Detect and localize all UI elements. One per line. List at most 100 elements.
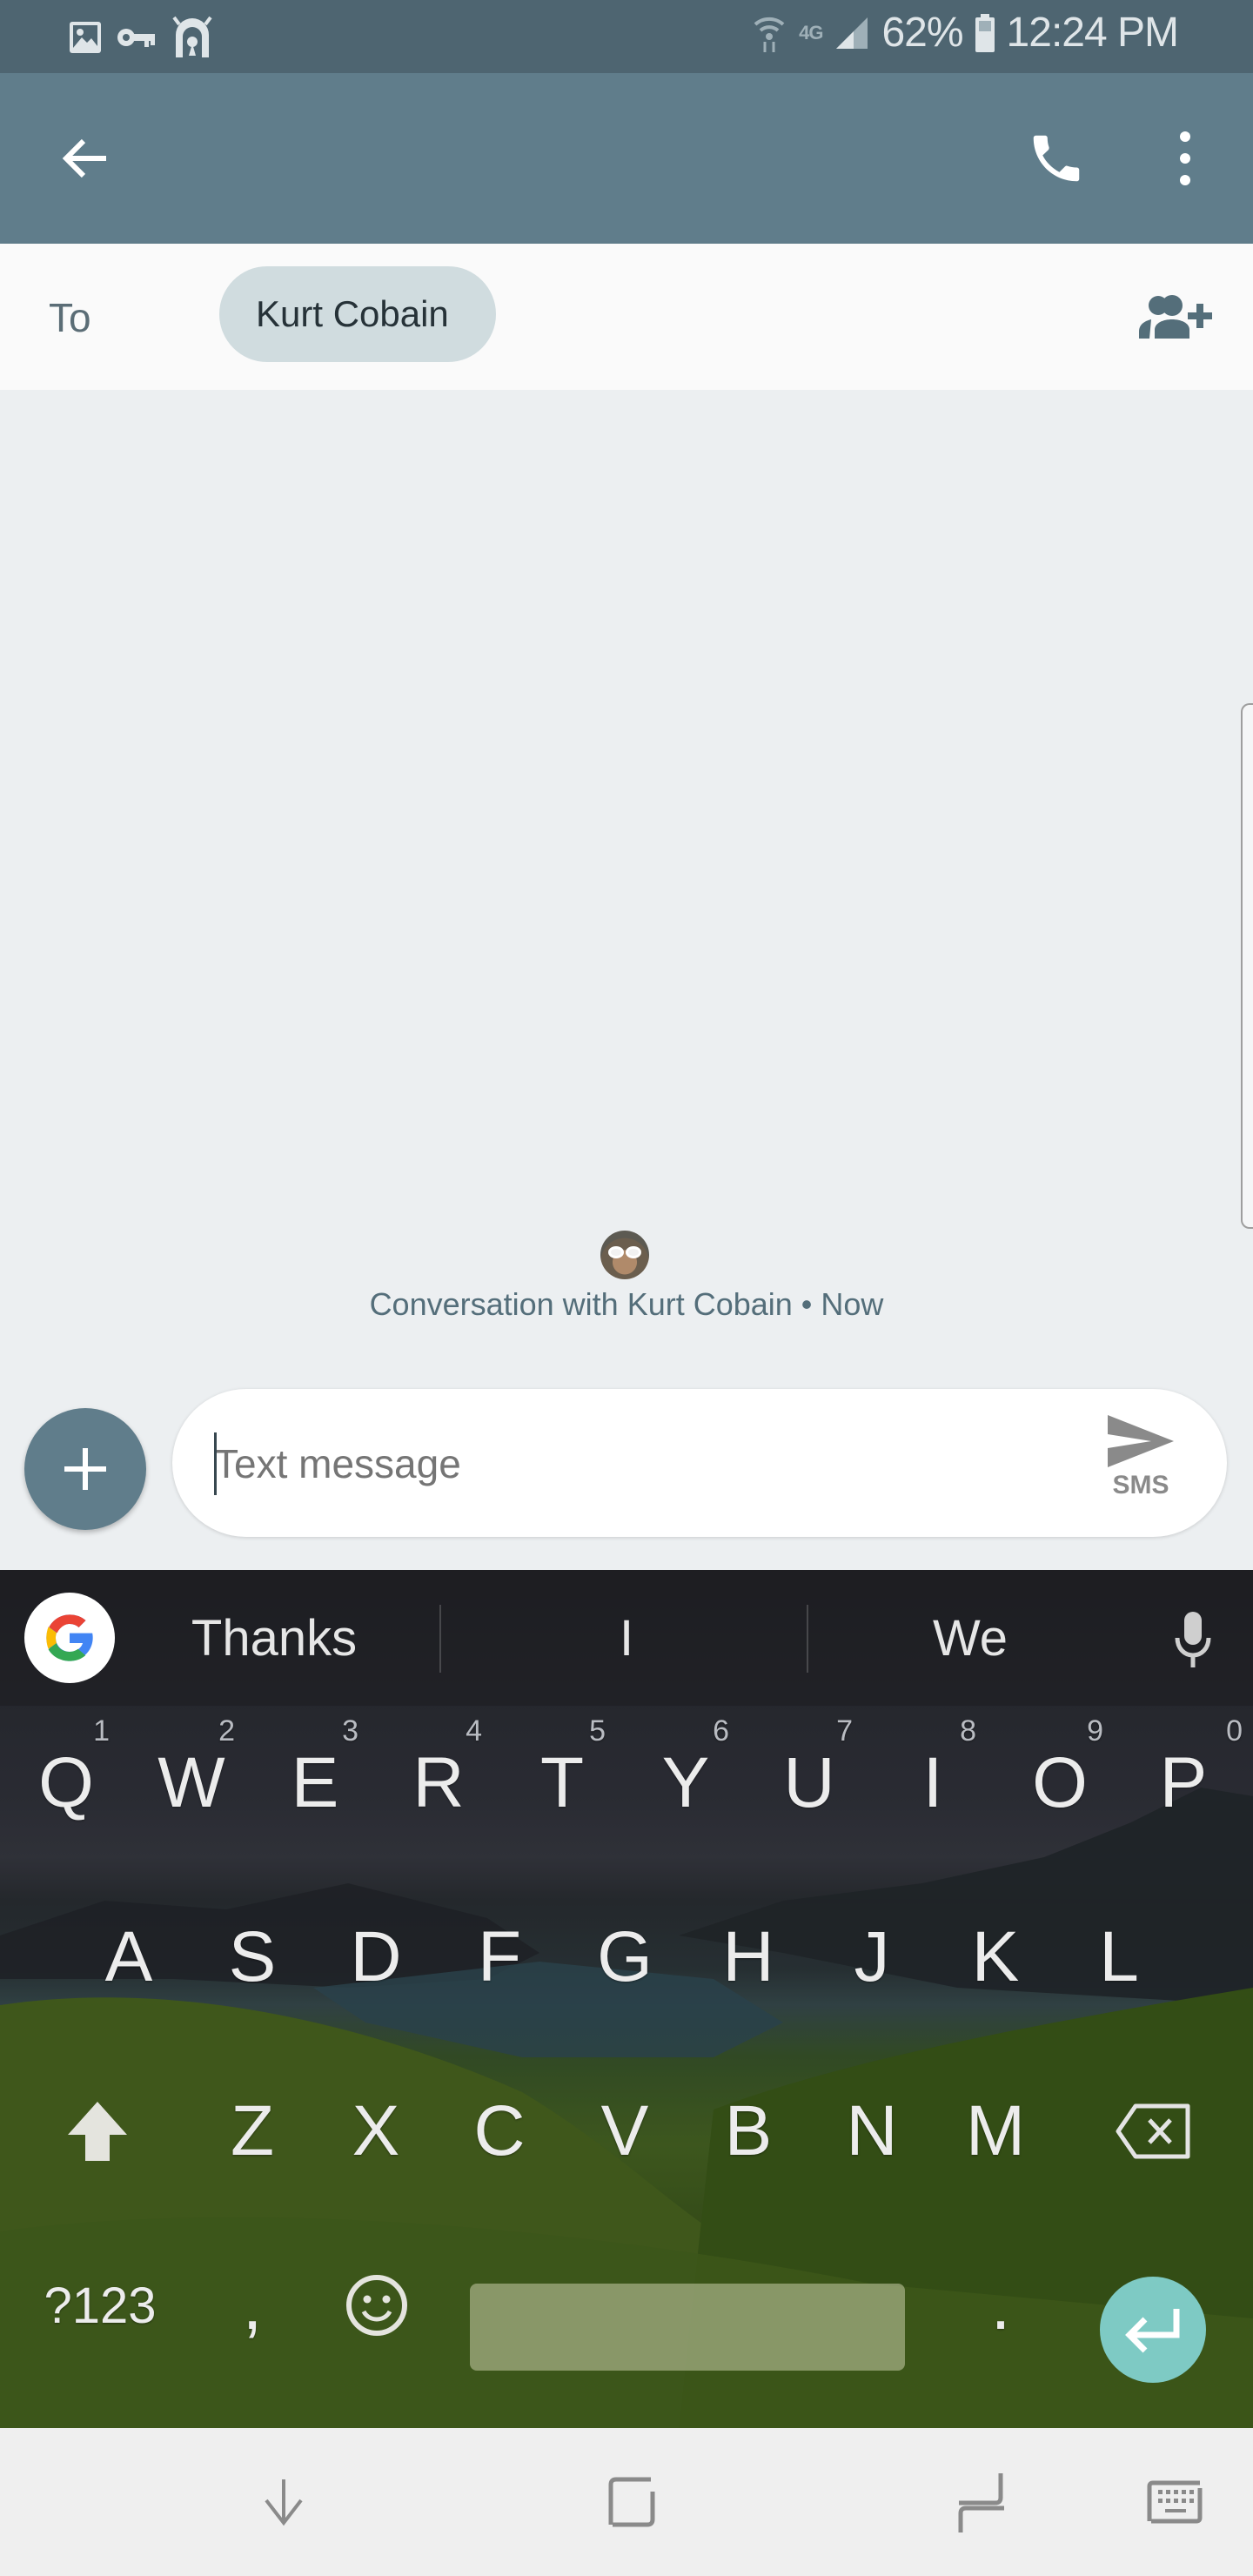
key-k[interactable]: K [933, 1892, 1058, 2023]
hide-keyboard-button[interactable] [240, 2463, 327, 2541]
key-s[interactable]: S [190, 1892, 315, 2023]
key-label: J [854, 1917, 890, 1996]
space-key[interactable] [470, 2284, 905, 2371]
key-d[interactable]: D [313, 1892, 439, 2023]
recents-button[interactable] [588, 2463, 675, 2541]
key-f[interactable]: F [437, 1892, 562, 2023]
key-hint: 3 [342, 1714, 358, 1748]
key-n[interactable]: N [809, 2066, 935, 2197]
suggestion-divider [439, 1605, 441, 1673]
key-e[interactable]: E3 [252, 1714, 378, 1848]
suggestion-2[interactable]: I [444, 1570, 809, 1706]
keyboard-switch-icon [1147, 2480, 1203, 2524]
group-add-icon [1139, 295, 1212, 339]
avatar-glasses-right [626, 1246, 641, 1258]
battery-icon [975, 13, 995, 52]
backspace-key[interactable] [1091, 2066, 1216, 2197]
key-hint: 2 [218, 1714, 235, 1748]
key-o[interactable]: O9 [997, 1714, 1122, 1848]
more-options-button[interactable] [1143, 117, 1227, 200]
key-hint: 4 [466, 1714, 482, 1748]
more-vertical-icon [1180, 131, 1190, 185]
key-z[interactable]: Z [190, 2066, 315, 2197]
key-m[interactable]: M [933, 2066, 1058, 2197]
keyboard: Thanks I We Q1 W2 E3 R4 T5 Y6 U7 I8 O9 P… [0, 1570, 1253, 2428]
add-recipient-button[interactable] [1131, 278, 1218, 357]
send-icon [1108, 1415, 1174, 1467]
suggestion-2-label: I [619, 1609, 634, 1667]
contact-avatar [600, 1231, 649, 1279]
key-h[interactable]: H [686, 1892, 811, 2023]
app-bar [0, 73, 1253, 244]
key-label: L [1099, 1917, 1139, 1996]
key-u[interactable]: U7 [747, 1714, 872, 1848]
key-label: H [722, 1917, 774, 1996]
voice-input-button[interactable] [1154, 1601, 1232, 1680]
compose-box: SMS [172, 1389, 1227, 1537]
key-label: Q [38, 1743, 94, 1822]
key-c[interactable]: C [437, 2066, 562, 2197]
key-y[interactable]: Y6 [623, 1714, 748, 1848]
call-button[interactable] [1015, 117, 1098, 200]
key-label: X [352, 2091, 400, 2170]
key-label: O [1032, 1743, 1088, 1822]
key-hint: 9 [1087, 1714, 1103, 1748]
send-sms-button[interactable]: SMS [1102, 1413, 1180, 1518]
signal-icon [836, 17, 868, 49]
avatar-glasses-left [608, 1246, 624, 1258]
shift-key[interactable] [35, 2066, 160, 2197]
key-hint: 6 [713, 1714, 729, 1748]
key-label: N [846, 2091, 898, 2170]
network-type: 4G [799, 21, 823, 44]
plus-icon [64, 1448, 106, 1490]
key-q[interactable]: Q1 [3, 1714, 129, 1848]
recipient-name: Kurt Cobain [256, 293, 449, 334]
back-nav-button[interactable] [938, 2463, 1025, 2541]
key-j[interactable]: J [809, 1892, 935, 2023]
recipient-chip[interactable]: Kurt Cobain [219, 266, 496, 362]
symbols-key[interactable]: ?123 [17, 2240, 183, 2371]
key-label: A [104, 1917, 153, 1996]
enter-key[interactable] [1100, 2277, 1206, 2383]
attach-button[interactable] [24, 1408, 146, 1530]
edge-panel-handle[interactable] [1241, 703, 1253, 1229]
status-right: 4G 62% 12:24 PM [752, 9, 1179, 57]
key-label: R [412, 1743, 465, 1822]
notification-icons [68, 16, 214, 59]
key-label: C [473, 2091, 526, 2170]
key-r[interactable]: R4 [376, 1714, 501, 1848]
key-a[interactable]: A [66, 1892, 191, 2023]
send-label: SMS [1112, 1471, 1169, 1499]
key-v[interactable]: V [562, 2066, 687, 2197]
message-input[interactable] [214, 1422, 1049, 1506]
comma-key[interactable]: , [200, 2240, 305, 2371]
suggestion-3[interactable]: We [809, 1570, 1131, 1706]
status-bar: 4G 62% 12:24 PM [0, 0, 1253, 73]
key-w[interactable]: W2 [129, 1714, 254, 1848]
key-label: W [157, 1743, 225, 1822]
hide-keyboard-icon [265, 2479, 303, 2526]
google-search-button[interactable] [24, 1593, 115, 1683]
key-label: Z [230, 2091, 275, 2170]
key-b[interactable]: B [686, 2066, 811, 2197]
key-i[interactable]: I8 [870, 1714, 995, 1848]
suggestion-1[interactable]: Thanks [139, 1570, 409, 1706]
key-l[interactable]: L [1056, 1892, 1182, 2023]
key-hint: 8 [960, 1714, 976, 1748]
period-key[interactable]: . [948, 2240, 1053, 2371]
emoji-key[interactable] [322, 2240, 432, 2371]
back-button[interactable] [44, 117, 127, 200]
suggestion-1-label: Thanks [191, 1609, 358, 1667]
key-g[interactable]: G [562, 1892, 687, 2023]
google-g-icon [46, 1614, 93, 1661]
backspace-icon [1116, 2103, 1190, 2159]
key-label: I [922, 1743, 943, 1822]
shift-icon [68, 2102, 127, 2161]
key-t[interactable]: T5 [499, 1714, 625, 1848]
key-x[interactable]: X [313, 2066, 439, 2197]
arrow-left-icon [62, 138, 106, 178]
recipient-bar: To Kurt Cobain [0, 244, 1253, 390]
enter-icon [1125, 2309, 1180, 2353]
keyboard-switch-button[interactable] [1131, 2463, 1218, 2541]
key-p[interactable]: P0 [1121, 1714, 1246, 1848]
